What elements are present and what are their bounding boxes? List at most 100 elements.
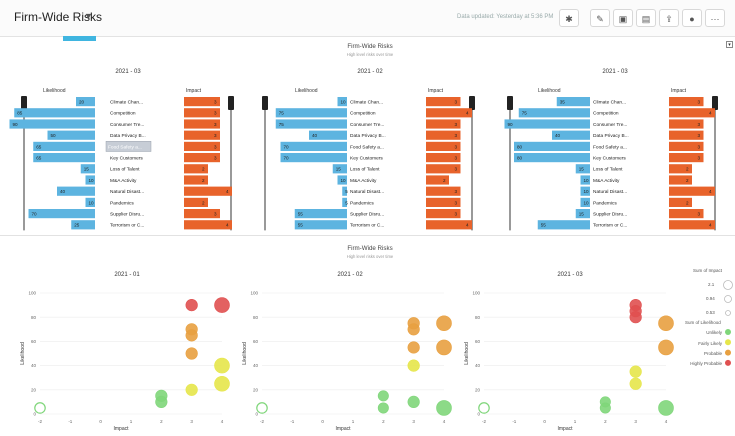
y-tick-label: 60 bbox=[31, 339, 37, 344]
likelihood-data-label: 75 bbox=[522, 111, 528, 116]
y-tick-label: 60 bbox=[253, 339, 259, 344]
scatter-point bbox=[599, 402, 611, 414]
likelihood-bar bbox=[280, 153, 347, 163]
scatter-point bbox=[377, 402, 389, 414]
scatter-point bbox=[658, 315, 674, 332]
category-label: Climate Chan... bbox=[350, 100, 383, 106]
impact-data-label: 4 bbox=[226, 189, 229, 194]
likelihood-data-label: 10 bbox=[89, 200, 95, 205]
likelihood-bar bbox=[275, 108, 347, 118]
impact-data-label: 3 bbox=[214, 111, 217, 116]
scatter-point bbox=[629, 311, 642, 324]
likelihood-data-label: 15 bbox=[579, 212, 585, 217]
likelihood-data-label: 50 bbox=[51, 133, 57, 138]
x-tick-label: -2 bbox=[38, 419, 42, 424]
scatter-point bbox=[214, 297, 230, 313]
scatter-point bbox=[155, 395, 168, 408]
likelihood-data-label: 55 bbox=[541, 223, 547, 228]
likelihood-data-label: 55 bbox=[298, 223, 304, 228]
y-tick-label: 100 bbox=[472, 291, 480, 296]
likelihood-data-label: 10 bbox=[584, 178, 590, 183]
likelihood-data-label: 85 bbox=[17, 111, 23, 116]
impact-axis-label: Impact bbox=[671, 88, 687, 94]
category-label: Terrorism or C... bbox=[593, 223, 627, 229]
impact-data-label: 3 bbox=[214, 122, 217, 127]
impact-data-label: 3 bbox=[214, 133, 217, 138]
size-legend-circle bbox=[725, 310, 731, 316]
reference-marker bbox=[228, 96, 234, 110]
impact-data-label: 3 bbox=[455, 133, 458, 138]
reference-marker bbox=[469, 96, 475, 110]
y-tick-label: 20 bbox=[31, 387, 37, 392]
impact-data-label: 2 bbox=[202, 167, 205, 172]
likelihood-data-label: 65 bbox=[36, 144, 42, 149]
likelihood-data-label: 10 bbox=[89, 178, 95, 183]
x-tick-label: 2 bbox=[160, 419, 163, 424]
likelihood-data-label: 5 bbox=[345, 200, 348, 205]
impact-data-label: 4 bbox=[709, 189, 712, 194]
y-tick-label: 100 bbox=[28, 291, 36, 296]
size-legend-circle bbox=[723, 280, 733, 290]
x-tick-label: 1 bbox=[352, 419, 355, 424]
category-label: Natural Disast... bbox=[593, 189, 627, 195]
likelihood-data-label: 90 bbox=[13, 122, 19, 127]
impact-data-label: 3 bbox=[455, 122, 458, 127]
likelihood-bar bbox=[504, 119, 590, 129]
scatter-point bbox=[658, 400, 674, 416]
impact-data-label: 3 bbox=[698, 212, 701, 217]
scatter-point bbox=[407, 341, 420, 354]
likelihood-data-label: 90 bbox=[508, 122, 514, 127]
category-label: Consumer Tre... bbox=[593, 122, 627, 128]
scatter-point bbox=[256, 402, 268, 414]
category-label: Data Privacy B... bbox=[593, 133, 629, 139]
likelihood-data-label: 10 bbox=[341, 178, 347, 183]
category-label: Supplier Disru... bbox=[593, 212, 627, 218]
x-tick-label: 1 bbox=[574, 419, 577, 424]
impact-data-label: 3 bbox=[455, 167, 458, 172]
y-tick-label: 20 bbox=[253, 387, 259, 392]
reference-marker bbox=[262, 96, 268, 110]
category-label: Supplier Disru... bbox=[350, 212, 384, 218]
x-tick-label: 2 bbox=[604, 419, 607, 424]
scatter-point bbox=[377, 390, 389, 402]
x-tick-label: -2 bbox=[482, 419, 486, 424]
scatter-point bbox=[185, 329, 198, 342]
color-legend-swatch bbox=[725, 349, 731, 356]
likelihood-data-label: 75 bbox=[279, 122, 285, 127]
x-tick-label: 1 bbox=[130, 419, 133, 424]
category-label: Loss of Talent bbox=[593, 167, 623, 173]
impact-data-label: 2 bbox=[686, 167, 689, 172]
impact-data-label: 3 bbox=[214, 212, 217, 217]
category-label: Competition bbox=[110, 111, 136, 117]
y-tick-label: 60 bbox=[475, 339, 481, 344]
impact-data-label: 3 bbox=[698, 122, 701, 127]
impact-data-label: 2 bbox=[202, 178, 205, 183]
color-legend-swatch bbox=[725, 329, 731, 335]
y-tick-label: 80 bbox=[475, 315, 481, 320]
likelihood-data-label: 75 bbox=[279, 111, 285, 116]
impact-data-label: 3 bbox=[455, 200, 458, 205]
impact-data-label: 4 bbox=[466, 111, 469, 116]
impact-data-label: 4 bbox=[466, 223, 469, 228]
bar-charts: Likelihood Impact 20 Climate Chan... 3 85 Comp… bbox=[9, 88, 718, 231]
impact-data-label: 4 bbox=[226, 223, 229, 228]
y-tick-label: 40 bbox=[475, 363, 481, 368]
category-label: Key Customers bbox=[593, 156, 626, 162]
likelihood-bar bbox=[514, 141, 590, 151]
impact-data-label: 3 bbox=[214, 100, 217, 105]
scatter-point bbox=[185, 347, 198, 360]
impact-data-label: 2 bbox=[686, 200, 689, 205]
reference-marker bbox=[712, 96, 718, 110]
category-label: M&A Activity bbox=[110, 178, 137, 184]
x-axis-label: Impact bbox=[113, 426, 129, 432]
x-tick-label: 3 bbox=[190, 419, 193, 424]
category-label: Food Safety a... bbox=[593, 144, 627, 150]
scatter-point bbox=[34, 402, 46, 414]
impact-data-label: 2 bbox=[686, 178, 689, 183]
likelihood-axis-label: Likelihood bbox=[43, 88, 66, 94]
y-tick-label: 40 bbox=[31, 363, 37, 368]
y-axis-label: Likelihood bbox=[20, 342, 26, 365]
x-axis-label: Impact bbox=[335, 426, 351, 432]
likelihood-data-label: 20 bbox=[79, 100, 85, 105]
impact-data-label: 3 bbox=[455, 144, 458, 149]
